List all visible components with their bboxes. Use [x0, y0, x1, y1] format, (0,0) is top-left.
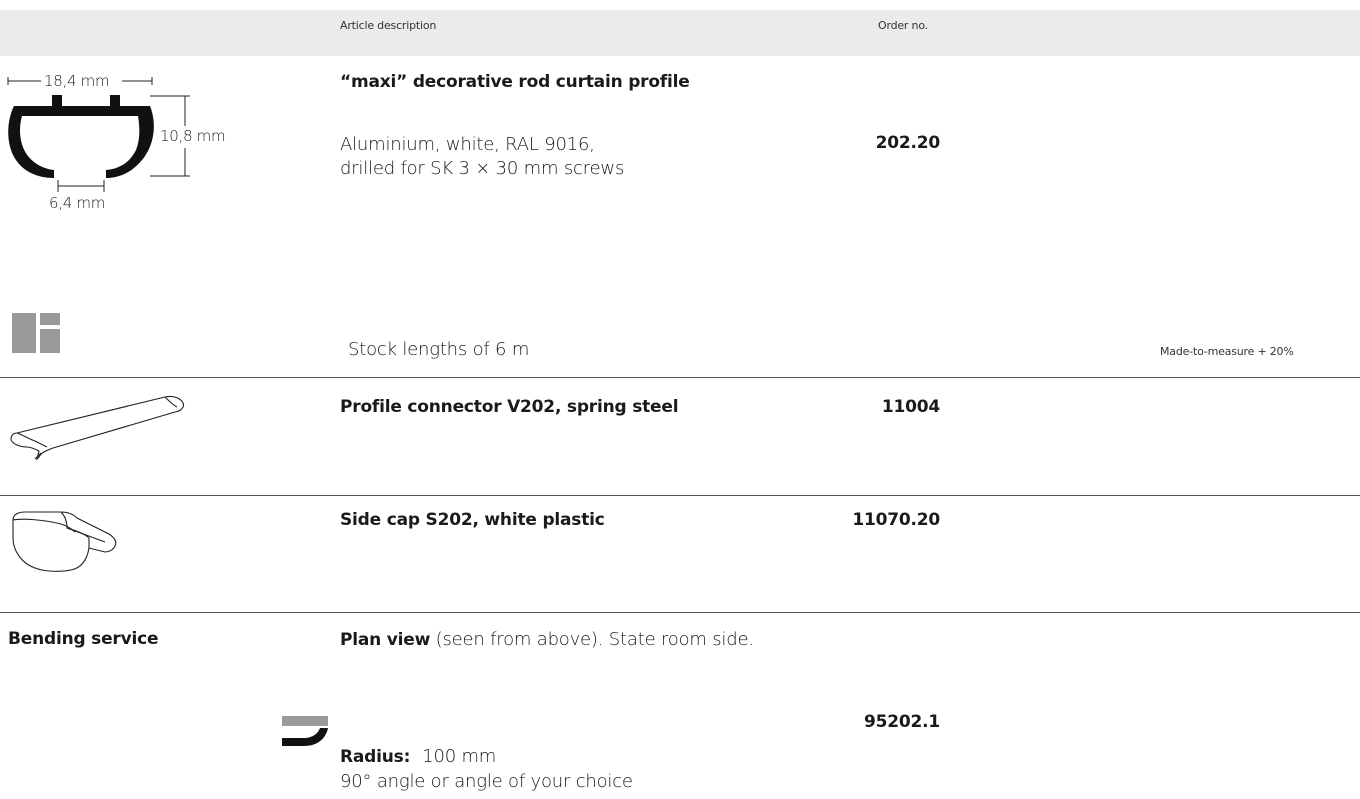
info-icon	[12, 313, 60, 353]
divider	[0, 612, 1360, 613]
made-to-measure-text: Made-to-measure + 20%	[1160, 345, 1294, 358]
plan-view-rest: (seen from above). State room side.	[430, 629, 754, 650]
plan-view-bold: Plan view	[340, 630, 431, 650]
side-cap-title: Side cap S202, white plastic	[340, 510, 605, 530]
divider	[0, 377, 1360, 378]
profile-connector-drawing	[10, 395, 185, 461]
profile-description-line2: drilled for SK 3 × 30 mm screws	[340, 158, 625, 179]
profile-title: “maxi” decorative rod curtain profile	[340, 72, 690, 92]
radius-label: Radius:	[340, 747, 411, 767]
header-article-description: Article description	[340, 19, 437, 32]
profile-description-line1: Aluminium, white, RAL 9016,	[340, 134, 595, 155]
profile-cross-section-drawing	[7, 77, 190, 192]
connector-title: Profile connector V202, spring steel	[340, 397, 679, 417]
angle-text: 90° angle or angle of your choice	[340, 771, 633, 792]
dimension-width-label: 18,4 mm	[44, 72, 110, 90]
dimension-height-label: 10,8 mm	[160, 127, 226, 145]
radius-line: Radius: 100 mm	[340, 745, 496, 769]
profile-order-no: 202.20	[875, 133, 941, 153]
plan-view-text: Plan view (seen from above). State room …	[340, 628, 754, 652]
divider	[0, 495, 1360, 496]
bend-radius-icon	[282, 716, 328, 746]
connector-order-no: 11004	[881, 397, 940, 417]
radius-value: 100 mm	[422, 746, 497, 767]
side-cap-order-no: 11070.20	[852, 510, 940, 530]
stock-lengths-text: Stock lengths of 6 m	[348, 339, 530, 360]
side-cap-drawing	[12, 511, 117, 572]
table-header-bar	[0, 10, 1360, 56]
header-order-no: Order no.	[878, 19, 928, 32]
dimension-opening-label: 6,4 mm	[49, 194, 106, 212]
bending-order-no: 95202.1	[863, 712, 940, 732]
bending-service-label: Bending service	[8, 629, 159, 649]
